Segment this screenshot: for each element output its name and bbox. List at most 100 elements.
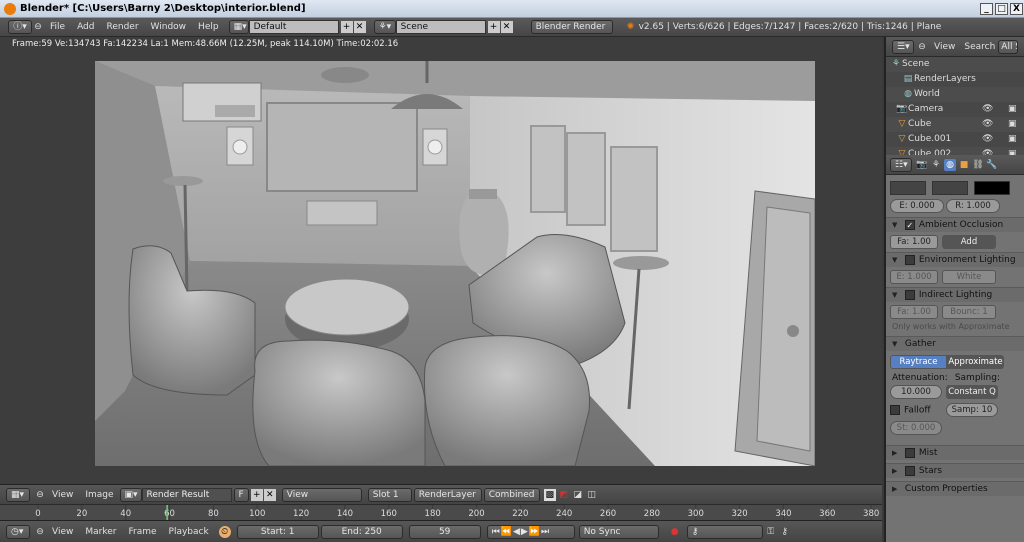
- modifiers-tab-icon[interactable]: 🔧: [986, 159, 998, 171]
- world-tab-icon[interactable]: ◍: [944, 158, 956, 171]
- screen-layout-field[interactable]: Default: [248, 20, 339, 34]
- scene-icon-button[interactable]: ⚘▾: [373, 20, 396, 34]
- mist-checkbox[interactable]: [904, 447, 915, 458]
- image-editor-viewport[interactable]: [0, 52, 882, 484]
- indirect-checkbox[interactable]: [904, 289, 915, 300]
- editor-type-info-button[interactable]: ⓘ▾: [8, 20, 32, 34]
- falloff-checkbox[interactable]: [890, 404, 900, 415]
- new-image-icon[interactable]: +: [250, 488, 263, 501]
- start-frame-field[interactable]: Start: 1: [236, 524, 319, 539]
- render-engine-select[interactable]: Blender Render: [530, 20, 613, 34]
- outliner-item[interactable]: ▤ RenderLayers: [886, 72, 1024, 87]
- environment-lighting-panel[interactable]: ▼ Environment Lighting: [886, 252, 1024, 267]
- ao-blend-select[interactable]: Add: [942, 235, 996, 249]
- zenith-color-swatch[interactable]: [932, 181, 968, 195]
- delete-keyframe-icon[interactable]: ⚷: [779, 526, 791, 538]
- restrict-render-icon[interactable]: ▣: [1008, 117, 1017, 132]
- custom-properties-panel[interactable]: ▶ Custom Properties: [886, 481, 1024, 496]
- collapse-menu-icon[interactable]: ⊖: [32, 21, 44, 33]
- restrict-render-icon[interactable]: ▣: [1008, 132, 1017, 147]
- samples-field[interactable]: Samp: 10: [946, 403, 998, 417]
- indirect-factor-field[interactable]: Fa: 1.00: [890, 305, 938, 319]
- playback-controls[interactable]: ⏮⏪◀▶⏩⏭: [486, 524, 575, 539]
- env-checkbox[interactable]: [904, 254, 915, 265]
- scene-field[interactable]: Scene: [395, 20, 486, 34]
- menu-search[interactable]: Search: [961, 42, 998, 52]
- constraints-tab-icon[interactable]: ⛓: [972, 159, 984, 171]
- mist-panel[interactable]: ▶ Mist: [886, 445, 1024, 460]
- indirect-bounces-field[interactable]: Bounc: 1: [942, 305, 996, 319]
- end-frame-field[interactable]: End: 250: [320, 524, 403, 539]
- outliner-item[interactable]: ⚘ Scene: [886, 57, 1024, 72]
- menu-playback[interactable]: Playback: [163, 527, 215, 537]
- render-pass-select[interactable]: Combined: [483, 487, 540, 502]
- render-tab-icon[interactable]: 📷: [916, 159, 928, 171]
- current-frame-field[interactable]: 59: [408, 524, 481, 539]
- exposure-field[interactable]: E: 0.000: [890, 199, 944, 213]
- range-field[interactable]: R: 1.000: [946, 199, 1000, 213]
- indirect-lighting-panel[interactable]: ▼ Indirect Lighting: [886, 287, 1024, 302]
- keying-set-field[interactable]: ⚷: [686, 524, 763, 539]
- outliner-item[interactable]: ◍ World: [886, 87, 1024, 102]
- raytrace-toggle[interactable]: Raytrace: [890, 355, 947, 369]
- slot-select[interactable]: Slot 1: [367, 487, 412, 502]
- editor-type-properties-button[interactable]: ☷▾: [890, 157, 912, 172]
- menu-help[interactable]: Help: [192, 22, 225, 32]
- env-color-select[interactable]: White: [942, 270, 996, 284]
- ambient-occlusion-panel[interactable]: ▼ ✓ Ambient Occlusion: [886, 217, 1024, 232]
- unlink-image-icon[interactable]: ✕: [263, 488, 276, 501]
- menu-view[interactable]: View: [928, 42, 961, 52]
- editor-type-image-button[interactable]: ▦▾: [6, 487, 30, 502]
- view-mode-select[interactable]: View: [281, 487, 362, 502]
- screen-layout-icon[interactable]: ▦▾: [228, 20, 249, 34]
- collapse-menu-icon[interactable]: ⊖: [916, 41, 928, 53]
- scene-tab-icon[interactable]: ⚘: [930, 159, 942, 171]
- editor-type-outliner-button[interactable]: ☰▾: [892, 39, 914, 54]
- menu-frame[interactable]: Frame: [122, 527, 162, 537]
- render-layer-select[interactable]: RenderLayer: [413, 487, 482, 502]
- menu-render[interactable]: Render: [101, 22, 145, 32]
- ambient-color-swatch[interactable]: [974, 181, 1010, 195]
- sampling-select[interactable]: Constant Q: [946, 385, 998, 399]
- record-icon[interactable]: ●: [669, 526, 681, 538]
- image-browse-button[interactable]: ▣▾: [119, 487, 142, 502]
- display-mode-select[interactable]: All S: [998, 39, 1019, 54]
- editor-type-timeline-button[interactable]: ◷▾: [6, 524, 30, 539]
- menu-view[interactable]: View: [46, 490, 79, 500]
- stars-checkbox[interactable]: [904, 465, 915, 476]
- ao-checkbox[interactable]: ✓: [904, 219, 915, 230]
- remove-layout-icon[interactable]: ✕: [353, 21, 366, 33]
- approximate-toggle[interactable]: Approximate: [947, 355, 1004, 369]
- minimize-button[interactable]: _: [980, 3, 993, 15]
- remove-scene-icon[interactable]: ✕: [500, 21, 513, 33]
- object-tab-icon[interactable]: ■: [958, 159, 970, 171]
- collapse-menu-icon[interactable]: ⊖: [34, 489, 46, 501]
- image-name-field[interactable]: Render Result: [141, 487, 232, 502]
- outliner-item[interactable]: 📷Camera 👁 ▣: [886, 102, 1024, 117]
- z-buffer-icon[interactable]: ◪: [572, 489, 584, 501]
- fake-user-button[interactable]: F: [233, 487, 249, 502]
- sync-mode-select[interactable]: No Sync: [578, 524, 659, 539]
- collapse-menu-icon[interactable]: ⊖: [34, 526, 46, 538]
- menu-marker[interactable]: Marker: [79, 527, 122, 537]
- alpha-channel-icon[interactable]: ◩: [558, 489, 570, 501]
- menu-file[interactable]: File: [44, 22, 71, 32]
- close-button[interactable]: X: [1010, 3, 1023, 15]
- display-channels-icon[interactable]: ▩: [543, 488, 556, 501]
- stars-panel[interactable]: ▶ Stars: [886, 463, 1024, 478]
- outliner-item[interactable]: ▽ Cube.001 👁 ▣: [886, 132, 1024, 147]
- add-layout-icon[interactable]: +: [340, 21, 353, 33]
- env-energy-field[interactable]: E: 1.000: [890, 270, 938, 284]
- histogram-icon[interactable]: ◫: [586, 489, 598, 501]
- menu-image[interactable]: Image: [79, 490, 119, 500]
- menu-view[interactable]: View: [46, 527, 79, 537]
- horizon-color-swatch[interactable]: [890, 181, 926, 195]
- strength-field[interactable]: St: 0.000: [890, 421, 942, 435]
- timeline-ruler[interactable]: 0 20 40 60 80 100 120 140 160 180 200 220 240 260 280 3…: [0, 504, 882, 521]
- maximize-button[interactable]: □: [995, 3, 1008, 15]
- restrict-render-icon[interactable]: ▣: [1008, 102, 1017, 117]
- ao-factor-field[interactable]: Fa: 1.00: [890, 235, 938, 249]
- visibility-eye-icon[interactable]: 👁: [982, 132, 993, 147]
- insert-keyframe-icon[interactable]: ⚿: [765, 526, 777, 538]
- gather-panel[interactable]: ▼ Gather: [886, 336, 1024, 351]
